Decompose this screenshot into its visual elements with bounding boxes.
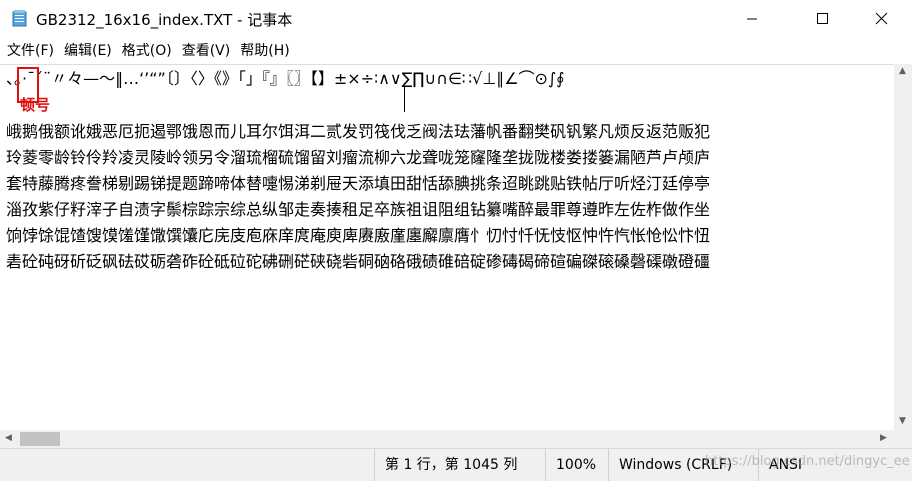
text-caret bbox=[404, 87, 405, 112]
scroll-left-icon[interactable]: ◀ bbox=[5, 433, 12, 443]
text-line-6: 淄孜紫仔籽滓子自渍字鬃棕踪宗综总纵邹走奏揍租足卒族祖诅阻组钻纂嘴醉最罪尊遵昨左佐… bbox=[6, 200, 711, 219]
close-icon bbox=[875, 12, 888, 25]
vertical-scrollbar[interactable]: ▲ ▼ bbox=[894, 64, 912, 430]
window-title: GB2312_16x16_index.TXT - 记事本 bbox=[36, 11, 293, 29]
menu-view[interactable]: 查看(V) bbox=[177, 38, 236, 64]
text-line-3: 峨鹅俄额讹娥恶厄扼遏鄂饿恩而儿耳尔饵洱二贰发罚筏伐乏阀法珐藩帆番翻樊矾钒繁凡烦反… bbox=[6, 122, 711, 141]
menu-format[interactable]: 格式(O) bbox=[117, 38, 177, 64]
close-button[interactable] bbox=[858, 0, 904, 38]
text-line-8: 砉砼砘砑斫砭砜砝砹砺砻砟砼砥砬砣砩硎硭硖硗砦硐硇硌硪碛碓碚碇碜碡碣碲碹碥磔磙磉磬… bbox=[6, 252, 711, 271]
text-line-4: 玲菱零龄铃伶羚凌灵陵岭领另令溜琉榴硫馏留刘瘤流柳六龙聋咙笼窿隆垄拢陇楼娄搂篓漏陋… bbox=[6, 148, 711, 167]
scrollbar-corner bbox=[894, 430, 912, 448]
menu-file[interactable]: 文件(F) bbox=[0, 38, 59, 64]
status-cursor-position: 第 1 行，第 1045 列 bbox=[374, 449, 542, 481]
text-line-5: 套特藤腾疼誊梯剔踢锑提题蹄啼体替嚏惕涕剃屉天添填田甜恬舔腆挑条迢眺跳贴铁帖厅听烃… bbox=[6, 174, 711, 193]
scroll-down-icon[interactable]: ▼ bbox=[899, 416, 906, 426]
minimize-button[interactable] bbox=[729, 0, 775, 38]
watermark-text: https://blog.csdn.net/dingyc_ee bbox=[705, 454, 910, 469]
text-line-1: 、。·ˉˇ¨〃々—～‖…‘’“”〔〕〈〉《》「」『』〖〗【】±×÷∶∧∨∑∏∪∩… bbox=[6, 69, 565, 88]
annotation-label: 顿号 bbox=[20, 96, 51, 114]
maximize-button[interactable] bbox=[799, 0, 845, 38]
text-editor[interactable]: 、。·ˉˇ¨〃々—～‖…‘’“”〔〕〈〉《》「」『』〖〗【】±×÷∶∧∨∑∏∪∩… bbox=[0, 64, 894, 431]
horizontal-scroll-thumb[interactable] bbox=[20, 432, 60, 446]
scroll-up-icon[interactable]: ▲ bbox=[899, 66, 906, 76]
status-zoom: 100% bbox=[545, 449, 607, 481]
maximize-icon bbox=[817, 13, 828, 24]
minimize-icon bbox=[747, 18, 757, 20]
menu-bar: 文件(F) 编辑(E) 格式(O) 查看(V) 帮助(H) bbox=[0, 38, 912, 64]
text-line-7: 饷饽馀馄馇馊馍馐馑馓馔馕庀庑庋庖庥庠庹庵庾庳赓廒廑廛廨廪膺忄忉忖忏怃忮怄忡忤忾怅… bbox=[6, 226, 711, 245]
title-bar: GB2312_16x16_index.TXT - 记事本 bbox=[0, 0, 912, 38]
notepad-icon bbox=[12, 10, 27, 27]
menu-help[interactable]: 帮助(H) bbox=[235, 38, 294, 64]
scroll-right-icon[interactable]: ▶ bbox=[880, 433, 887, 443]
menu-edit[interactable]: 编辑(E) bbox=[59, 38, 117, 64]
horizontal-scrollbar[interactable]: ◀ ▶ bbox=[0, 430, 894, 448]
